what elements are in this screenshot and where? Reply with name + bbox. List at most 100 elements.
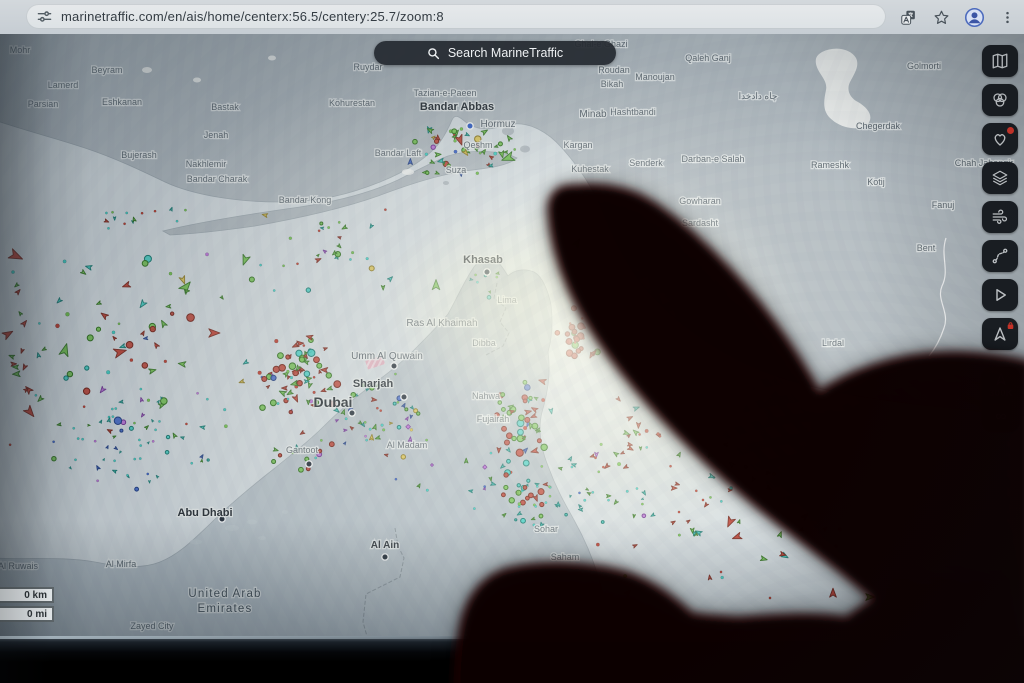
vessel-dot[interactable] <box>111 211 113 213</box>
vessel-circle[interactable] <box>314 357 320 363</box>
vessel-dot[interactable] <box>338 221 340 223</box>
vessel-circle[interactable] <box>507 433 513 439</box>
vessel-dot[interactable] <box>286 370 289 373</box>
vessel-dot[interactable] <box>720 571 722 573</box>
vessel-dot[interactable] <box>548 485 550 487</box>
vessel-dot[interactable] <box>147 399 150 402</box>
vessel-dot[interactable] <box>695 490 697 492</box>
vessel-dot[interactable] <box>303 344 305 346</box>
vessel-circle[interactable] <box>317 363 322 368</box>
vessel-dot[interactable] <box>835 545 838 548</box>
vessel-dot[interactable] <box>206 398 208 400</box>
vessel-dot[interactable] <box>112 415 114 417</box>
vessel-dot[interactable] <box>296 263 298 265</box>
vessel-dot[interactable] <box>476 172 479 175</box>
vessel-dot[interactable] <box>126 212 128 214</box>
vessel-circle[interactable] <box>541 444 547 450</box>
vessel-dot[interactable] <box>105 212 107 214</box>
vessel-circle[interactable] <box>126 342 133 349</box>
vessel-dot[interactable] <box>473 507 475 509</box>
vessel-dot[interactable] <box>592 491 594 493</box>
favorites-button[interactable] <box>982 123 1018 155</box>
routes-button[interactable] <box>982 240 1018 272</box>
vessel-circle[interactable] <box>452 129 457 134</box>
vessel-circle[interactable] <box>487 296 491 300</box>
vessel-dot[interactable] <box>397 401 399 403</box>
vessel-circle[interactable] <box>540 502 544 506</box>
port-marker[interactable] <box>382 554 388 560</box>
vessel-dot[interactable] <box>364 435 366 437</box>
vessel-dot[interactable] <box>63 260 66 263</box>
vessel-dot[interactable] <box>376 407 378 409</box>
vessel-dot[interactable] <box>602 466 604 468</box>
search-bar[interactable]: Search MarineTraffic <box>374 41 616 65</box>
vessel-dot[interactable] <box>581 317 583 319</box>
vessel-dot[interactable] <box>549 495 551 497</box>
vessel-dot[interactable] <box>158 420 160 422</box>
vessel-dot[interactable] <box>258 371 262 375</box>
vessel-circle[interactable] <box>293 370 299 376</box>
vessel-dot[interactable] <box>139 444 141 446</box>
vessel-circle[interactable] <box>279 364 286 371</box>
vessel-dot[interactable] <box>273 289 275 291</box>
vessel-circle[interactable] <box>120 429 123 432</box>
vessel-dot[interactable] <box>709 496 711 498</box>
vessel-dot[interactable] <box>11 270 14 273</box>
vessel-circle[interactable] <box>329 442 334 447</box>
vessel-circle[interactable] <box>320 222 323 225</box>
vessel-dot[interactable] <box>205 253 208 256</box>
vessel-dot[interactable] <box>636 487 638 489</box>
vessel-circle[interactable] <box>150 326 155 331</box>
vessel-dot[interactable] <box>147 473 149 475</box>
vessel-circle[interactable] <box>434 139 438 143</box>
vessel-circle[interactable] <box>529 493 534 498</box>
weather-button[interactable] <box>982 201 1018 233</box>
vessel-circle[interactable] <box>426 171 429 174</box>
vessel-circle[interactable] <box>393 402 396 405</box>
vessel-dot[interactable] <box>578 492 580 494</box>
vessel-dot[interactable] <box>111 408 113 410</box>
vessel-dot[interactable] <box>134 458 136 460</box>
vessel-dot[interactable] <box>669 465 671 467</box>
vessel-dot[interactable] <box>678 534 681 537</box>
vessel-circle[interactable] <box>401 455 405 459</box>
vessel-circle[interactable] <box>405 408 408 411</box>
translate-icon[interactable] <box>897 6 919 28</box>
vessel-dot[interactable] <box>410 428 413 431</box>
vessel-dot[interactable] <box>83 406 85 408</box>
vessel-dot[interactable] <box>9 444 11 446</box>
vessel-dot[interactable] <box>107 227 109 229</box>
layers-button[interactable] <box>982 162 1018 194</box>
vessel-dot[interactable] <box>617 462 621 466</box>
vessel-dot[interactable] <box>366 257 369 260</box>
vessel-dot[interactable] <box>314 457 316 459</box>
vessel-dot[interactable] <box>154 429 156 431</box>
vessel-dot[interactable] <box>282 265 284 267</box>
vessel-circle[interactable] <box>249 277 254 282</box>
vessel-dot[interactable] <box>77 437 79 439</box>
vessel-dot[interactable] <box>259 264 261 266</box>
vessel-dot[interactable] <box>772 472 775 475</box>
vessel-dot[interactable] <box>365 439 367 441</box>
vessel-circle[interactable] <box>507 459 511 463</box>
vessel-dot[interactable] <box>113 460 115 462</box>
vessel-circle[interactable] <box>523 380 527 384</box>
playback-button[interactable] <box>982 279 1018 311</box>
vessel-circle[interactable] <box>555 331 560 336</box>
vessel-dot[interactable] <box>626 490 629 493</box>
vessel-dot[interactable] <box>289 237 292 240</box>
vessel-circle[interactable] <box>299 357 304 362</box>
vessel-circle[interactable] <box>529 396 532 399</box>
vessel-dot[interactable] <box>138 439 140 441</box>
vessel-circle[interactable] <box>271 375 276 380</box>
vessel-dot[interactable] <box>313 376 315 378</box>
vessel-dot[interactable] <box>318 230 320 232</box>
vessel-circle[interactable] <box>306 288 310 292</box>
vessel-circle[interactable] <box>539 514 543 518</box>
vessel-dot[interactable] <box>133 422 135 424</box>
vessel-dot[interactable] <box>65 312 69 316</box>
vessel-dot[interactable] <box>81 438 83 440</box>
vessel-dot[interactable] <box>274 339 278 343</box>
vessel-circle[interactable] <box>142 363 148 369</box>
vessel-circle[interactable] <box>571 306 576 311</box>
